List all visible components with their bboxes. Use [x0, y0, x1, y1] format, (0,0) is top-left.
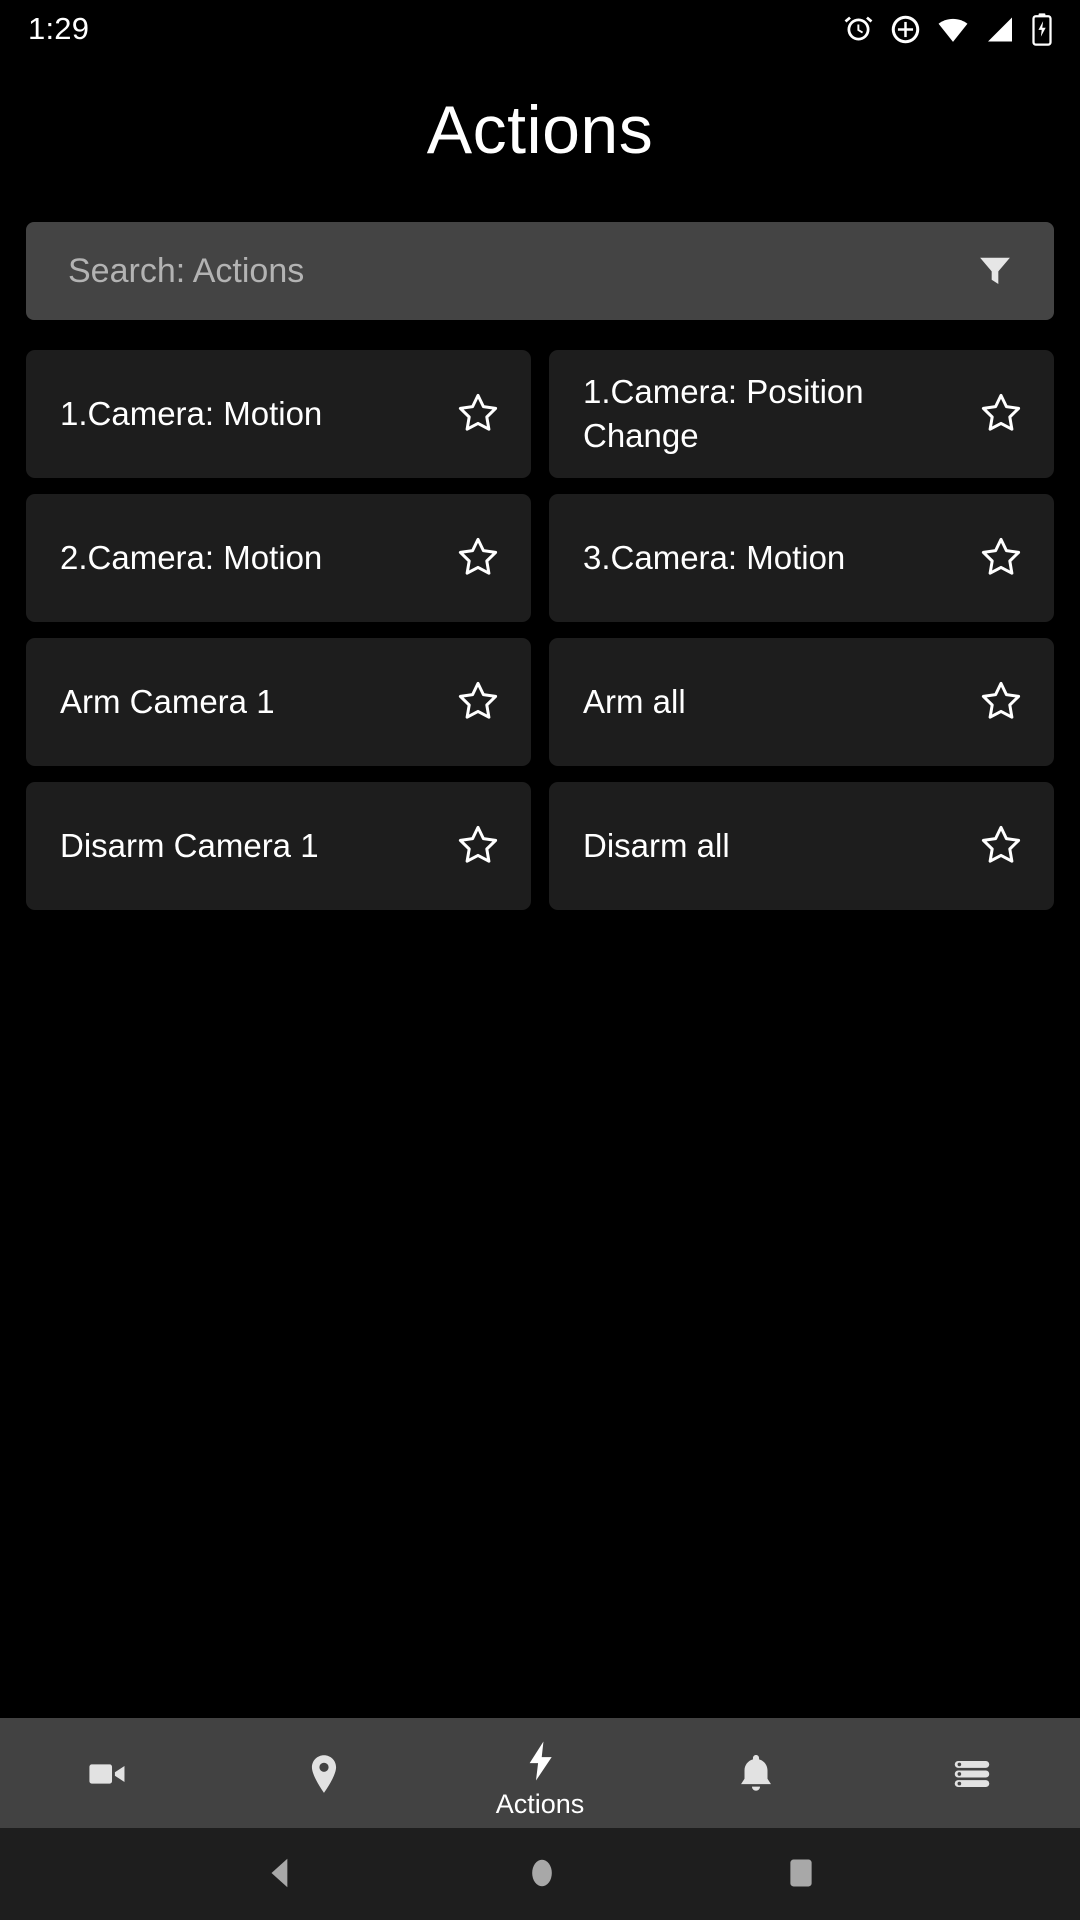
- favorite-star-button[interactable]: [447, 815, 509, 877]
- android-system-nav: [0, 1828, 1080, 1920]
- action-card[interactable]: Arm Camera 1: [26, 638, 531, 766]
- action-label: 1.Camera: Position Change: [583, 373, 864, 454]
- star-outline-icon: [977, 677, 1025, 728]
- action-label: 3.Camera: Motion: [583, 539, 846, 577]
- tab-label: Actions: [495, 1788, 585, 1819]
- action-card[interactable]: Disarm all: [549, 782, 1054, 910]
- action-label: Disarm Camera 1: [60, 827, 319, 865]
- android-home-button[interactable]: [523, 1854, 561, 1895]
- actions-grid: 1.Camera: Motion 1.Camera: Position Chan…: [0, 350, 1080, 910]
- star-outline-icon: [454, 677, 502, 728]
- status-bar: 1:29: [0, 0, 1080, 58]
- back-triangle-icon: [262, 1854, 300, 1895]
- action-card[interactable]: Disarm Camera 1: [26, 782, 531, 910]
- android-recents-button[interactable]: [784, 1856, 818, 1893]
- app-screen: 1:29 Actions Search: Actions 1.Camera: M…: [0, 0, 1080, 1920]
- filter-icon: [974, 249, 1016, 294]
- search-input[interactable]: [68, 251, 960, 291]
- battery-charging-icon: [1030, 12, 1054, 46]
- action-label: 2.Camera: Motion: [60, 539, 323, 577]
- star-outline-icon: [977, 533, 1025, 584]
- home-circle-icon: [523, 1854, 561, 1895]
- bell-icon: [733, 1748, 779, 1800]
- lightning-bolt-icon: [517, 1735, 563, 1787]
- star-outline-icon: [977, 821, 1025, 872]
- favorite-star-button[interactable]: [970, 815, 1032, 877]
- tab-actions[interactable]: Actions: [432, 1718, 648, 1828]
- bottom-tab-bar: Actions: [0, 1718, 1080, 1828]
- video-camera-icon: [85, 1748, 131, 1800]
- favorite-star-button[interactable]: [970, 527, 1032, 589]
- location-icon: [889, 13, 922, 46]
- tab-notifications[interactable]: [648, 1718, 864, 1828]
- tab-map[interactable]: [216, 1718, 432, 1828]
- page-title: Actions: [426, 92, 654, 168]
- android-back-button[interactable]: [262, 1854, 300, 1895]
- action-label: Arm Camera 1: [60, 683, 275, 721]
- favorite-star-button[interactable]: [970, 383, 1032, 445]
- recents-square-icon: [784, 1856, 818, 1893]
- alarm-icon: [842, 13, 875, 46]
- favorite-star-button[interactable]: [447, 383, 509, 445]
- search-row: [0, 222, 1080, 320]
- action-card[interactable]: Arm all: [549, 638, 1054, 766]
- star-outline-icon: [454, 389, 502, 440]
- star-outline-icon: [454, 533, 502, 584]
- action-label: Disarm all: [583, 827, 730, 865]
- favorite-star-button[interactable]: [447, 527, 509, 589]
- favorite-star-button[interactable]: [447, 671, 509, 733]
- status-bar-clock: 1:29: [28, 11, 90, 46]
- filter-button[interactable]: [960, 236, 1030, 306]
- action-card[interactable]: 2.Camera: Motion: [26, 494, 531, 622]
- action-label: 1.Camera: Motion: [60, 395, 323, 433]
- star-outline-icon: [977, 389, 1025, 440]
- list-menu-icon: [949, 1748, 995, 1800]
- action-card[interactable]: 3.Camera: Motion: [549, 494, 1054, 622]
- location-pin-icon: [301, 1748, 347, 1800]
- search-bar[interactable]: [26, 222, 1054, 320]
- tab-menu[interactable]: [864, 1718, 1080, 1828]
- action-label: Arm all: [583, 683, 686, 721]
- action-card[interactable]: 1.Camera: Position Change: [549, 350, 1054, 478]
- wifi-icon: [936, 13, 970, 46]
- status-bar-icons: [842, 12, 1054, 46]
- signal-icon: [984, 13, 1016, 46]
- action-card[interactable]: 1.Camera: Motion: [26, 350, 531, 478]
- star-outline-icon: [454, 821, 502, 872]
- favorite-star-button[interactable]: [970, 671, 1032, 733]
- tab-cameras[interactable]: [0, 1718, 216, 1828]
